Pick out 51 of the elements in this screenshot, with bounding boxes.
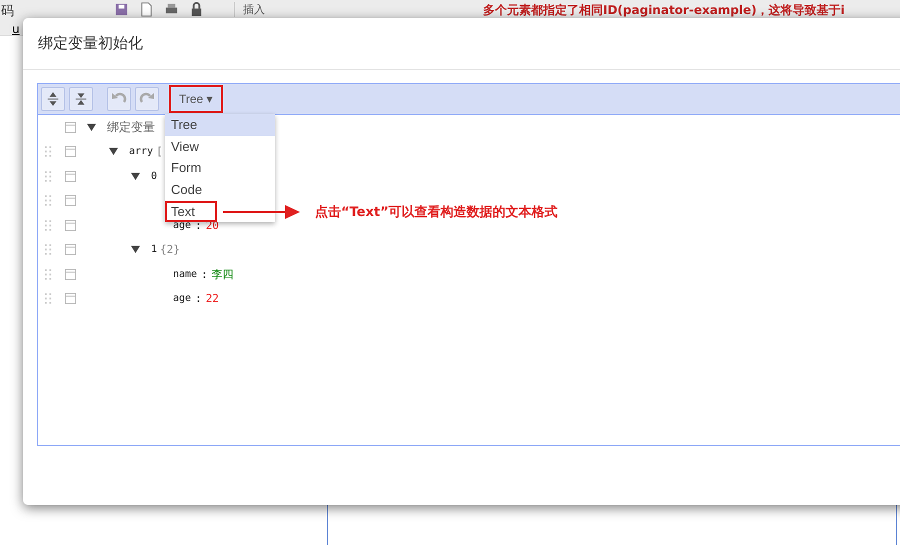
- menu-item[interactable]: Form: [165, 157, 275, 180]
- drag-handle-icon[interactable]: [45, 195, 52, 206]
- collapse-all-icon: [74, 92, 88, 106]
- drag-handle-icon[interactable]: [45, 170, 52, 182]
- expand-toggle-icon[interactable]: [109, 147, 119, 156]
- tree-key: 0: [151, 170, 158, 182]
- menu-item[interactable]: View: [165, 136, 275, 158]
- tree-value: 李四: [212, 266, 234, 282]
- expand-toggle-icon[interactable]: [131, 245, 141, 254]
- toolbar-text: 码: [1, 3, 14, 20]
- collapse-all-button[interactable]: [69, 87, 93, 111]
- expand-toggle-icon[interactable]: [87, 122, 97, 132]
- context-menu-icon[interactable]: [65, 244, 76, 256]
- drag-handle-icon[interactable]: [45, 293, 52, 304]
- undo-button[interactable]: [107, 87, 131, 111]
- lock-icon[interactable]: [189, 2, 204, 17]
- tree-value: 22: [206, 292, 219, 306]
- drag-handle-icon[interactable]: [45, 220, 52, 231]
- context-menu-icon[interactable]: [65, 195, 76, 206]
- context-menu-icon[interactable]: [65, 122, 76, 133]
- tree-key: 1: [151, 244, 158, 256]
- expand-all-icon: [46, 92, 60, 106]
- drag-handle-icon[interactable]: [45, 146, 52, 158]
- save-icon[interactable]: [114, 2, 129, 17]
- tree-key: name: [173, 268, 198, 280]
- item-count: [: [156, 145, 163, 158]
- separator-text: :: [201, 268, 208, 281]
- expand-toggle-icon[interactable]: [131, 172, 141, 181]
- context-menu-icon[interactable]: [65, 146, 76, 158]
- item-count: {2}: [160, 243, 180, 256]
- tree-key: 绑定变量: [107, 118, 155, 136]
- tree-key: arry: [129, 146, 154, 158]
- context-menu-icon[interactable]: [65, 268, 76, 280]
- redo-button[interactable]: [135, 87, 159, 111]
- context-menu-icon[interactable]: [65, 293, 76, 304]
- tree-key: age: [173, 220, 192, 231]
- separator-text: :: [195, 292, 202, 306]
- tree-key: age: [173, 293, 192, 304]
- drag-handle-icon[interactable]: [45, 244, 52, 256]
- menu-item[interactable]: Code: [165, 179, 275, 201]
- context-menu-icon[interactable]: [65, 220, 76, 231]
- menu-item[interactable]: Tree: [165, 114, 275, 136]
- annotation-text: 点击“Text”可以查看构造数据的文本格式: [315, 204, 558, 221]
- drag-handle-icon[interactable]: [45, 268, 52, 280]
- context-menu-icon[interactable]: [65, 170, 76, 182]
- dialog-title: 绑定变量初始化: [38, 34, 143, 53]
- error-message: 多个元素都指定了相同ID(paginator-example)，这将导致基于i: [483, 2, 845, 19]
- background-text: u: [12, 22, 20, 36]
- insert-select[interactable]: 插入: [234, 2, 323, 17]
- mode-button[interactable]: Tree ▾: [169, 85, 223, 113]
- expand-all-button[interactable]: [41, 87, 65, 111]
